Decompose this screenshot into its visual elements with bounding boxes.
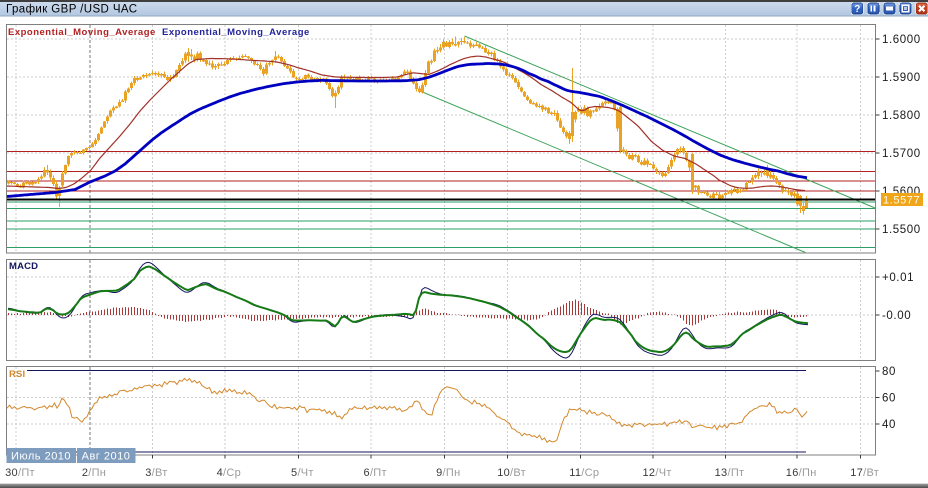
svg-text:RSI: RSI [9,369,25,380]
svg-text:80: 80 [882,366,896,378]
svg-text:-0.00: -0.00 [882,310,911,322]
svg-text:17/Вт: 17/Вт [850,467,879,479]
svg-text:1.5577: 1.5577 [883,195,920,207]
svg-text:10/Вт: 10/Вт [497,467,526,479]
svg-text:1.5900: 1.5900 [882,72,921,84]
svg-text:60: 60 [882,393,896,405]
svg-text:1.5700: 1.5700 [882,148,921,160]
svg-text:+0.01: +0.01 [882,272,914,284]
svg-text:11/Ср: 11/Ср [569,467,599,479]
svg-text:9/Пн: 9/Пн [436,467,460,479]
svg-text:40: 40 [882,419,896,431]
svg-text:5/Чт: 5/Чт [291,467,314,479]
svg-text:Авг 2010: Авг 2010 [82,451,131,463]
svg-text:1.6000: 1.6000 [882,34,921,46]
svg-text:MACD: MACD [9,261,38,272]
svg-text:16/Пн: 16/Пн [786,467,817,479]
svg-text:1.5500: 1.5500 [882,224,921,236]
svg-text:2/Пн: 2/Пн [82,467,106,479]
svg-text:?: ? [854,4,860,15]
svg-text:Exponential_Moving_Average: Exponential_Moving_Average [162,27,310,38]
svg-text:30/Пт: 30/Пт [5,467,35,479]
svg-text:6/Пт: 6/Пт [364,467,387,479]
svg-text:Exponential_Moving_Average: Exponential_Moving_Average [8,27,156,38]
svg-text:13/Пт: 13/Пт [715,467,745,479]
svg-text:3/Вт: 3/Вт [145,467,167,479]
svg-text:12/Чт: 12/Чт [643,467,672,479]
svg-text:1.5800: 1.5800 [882,110,921,122]
svg-text:Июль 2010: Июль 2010 [11,451,71,463]
svg-text:График GBP /USD ЧАС: График GBP /USD ЧАС [6,4,137,16]
svg-text:4/Ср: 4/Ср [217,467,241,479]
